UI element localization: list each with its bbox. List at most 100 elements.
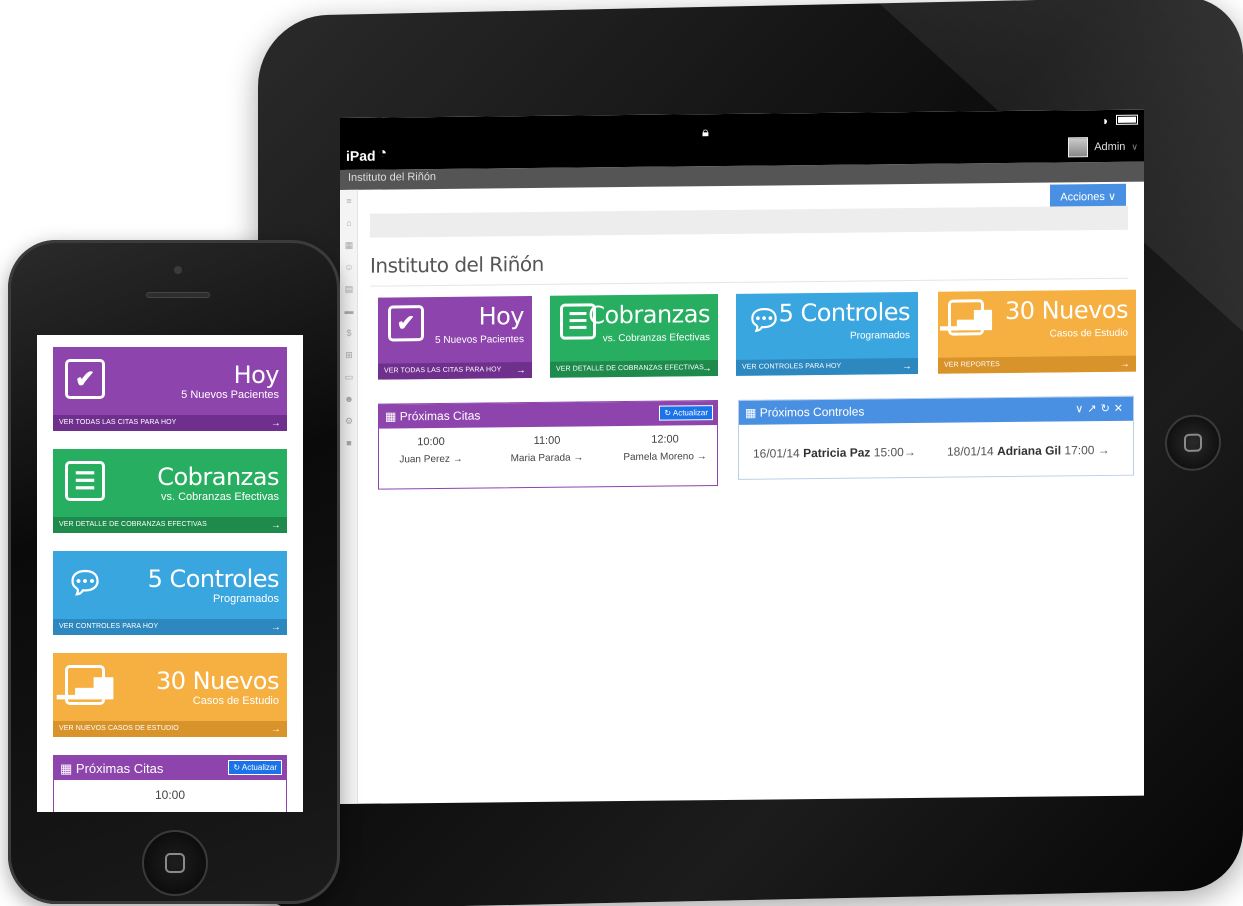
bar-chart-icon: ▁▃▆ (941, 299, 991, 336)
archive-icon[interactable]: ■ (340, 432, 358, 454)
citas-panel: ▦ Próximas Citas ↻ Actualizar 10:00 Juan… (378, 400, 718, 490)
refresh-label: Actualizar (241, 763, 277, 772)
arrow-circle-icon: → (452, 453, 463, 465)
checkbox-icon: ✔ (65, 359, 105, 399)
cita-name: Juan Perez (399, 453, 450, 466)
cita-item[interactable]: 11:00 Maria Parada → (507, 434, 587, 465)
arrow-circle-icon: → (270, 622, 281, 633)
control-item[interactable]: 18/01/14 Adriana Gil 17:00 → (947, 443, 1110, 459)
tile-footer-link[interactable]: VER CONTROLES PARA HOY → (736, 357, 918, 376)
home-square-icon (165, 853, 185, 873)
tile-hoy[interactable]: ✔ Hoy 5 Nuevos Pacientes VER TODAS LAS C… (53, 347, 287, 431)
gear-icon[interactable]: ⚙ (340, 410, 358, 432)
tile-footer-link[interactable]: VER DETALLE DE COBRANZAS EFECTIVAS → (53, 517, 287, 533)
control-date: 16/01/14 (753, 446, 800, 461)
citas-header: ▦ Próximas Citas ↻ Actualizar (379, 401, 717, 429)
arrow-circle-icon: → (270, 724, 281, 735)
home-icon[interactable]: ⌂ (340, 212, 358, 234)
tile-cobranzas[interactable]: ☰ Cobranzas vs. Cobranzas Efectivas VER … (550, 294, 718, 378)
control-item[interactable]: 16/01/14 Patricia Paz 15:00→ (753, 445, 916, 461)
tile-footer-link[interactable]: VER NUEVOS CASOS DE ESTUDIO → (53, 721, 287, 737)
cita-name: Pamela Moreno (623, 451, 694, 464)
chevron-down-icon[interactable]: ∨ (1075, 403, 1087, 415)
main-content: Acciones ∨ Instituto del Riñón ✔ Hoy 5 N… (368, 182, 1136, 804)
refresh-button[interactable]: ↻ Actualizar (659, 405, 713, 421)
tile-subtitle: 5 Nuevos Pacientes (435, 334, 524, 347)
refresh-icon[interactable]: ↻ (1101, 403, 1114, 415)
tile-subtitle: Casos de Estudio (1049, 327, 1128, 340)
tile-footer-link[interactable]: VER TODAS LAS CITAS PARA HOY → (53, 415, 287, 431)
tile-title: Hoy (478, 302, 524, 331)
cita-time: 11:00 (533, 434, 561, 447)
citas-title: Próximas Citas (399, 408, 481, 424)
tile-footer-label: VER DETALLE DE COBRANZAS EFECTIVAS (556, 364, 704, 373)
wrench-icon[interactable]: ↗ (1087, 403, 1100, 415)
tile-controles[interactable]: 💬︎ 5 Controles Programados VER CONTROLES… (53, 551, 287, 635)
tile-footer-label: VER CONTROLES PARA HOY (59, 623, 159, 630)
sidebar: ≡ ⌂ ▦ ☺ ▤ ▬ $ ⊞ ▭ ☻ ⚙ ■ (340, 189, 358, 804)
tile-controles[interactable]: 💬︎ 5 Controles Programados VER CONTROLES… (736, 291, 918, 376)
tile-subtitle: vs. Cobranzas Efectivas (161, 491, 279, 503)
calendar-icon: ▦ (60, 761, 73, 776)
plus-square-icon[interactable]: ⊞ (340, 344, 358, 366)
chevron-down-icon: ∨ (1131, 141, 1138, 152)
controles-panel: ▦ Próximos Controles ∨↗↻✕ 16/01/14 Patri… (738, 395, 1134, 480)
tile-footer-link[interactable]: VER TODAS LAS CITAS PARA HOY → (378, 361, 532, 380)
arrow-circle-icon: → (515, 365, 526, 377)
ipad-home-button[interactable] (1165, 414, 1221, 472)
iphone-home-button[interactable] (142, 830, 208, 896)
page-title: Instituto del Riñón (370, 251, 544, 278)
cita-item[interactable]: 12:00 Pamela Moreno → (619, 433, 711, 463)
tile-hoy[interactable]: ✔ Hoy 5 Nuevos Pacientes VER TODAS LAS C… (378, 295, 532, 380)
chevron-down-icon: ∨ (1107, 190, 1116, 203)
ipad-screen: iPad ◔ 🔒︎ ◑ Admin ∨ Instituto del Riñón … (340, 109, 1144, 805)
citas-title: Próximas Citas (75, 761, 164, 776)
arrow-circle-icon: → (270, 520, 281, 531)
cita-name: Maria Parada (510, 452, 571, 465)
control-time: 15:00 (873, 445, 904, 460)
calendar-icon[interactable]: ▦ (340, 234, 358, 256)
controles-header: ▦ Próximos Controles ∨↗↻✕ (739, 396, 1133, 425)
tile-footer-label: VER TODAS LAS CITAS PARA HOY (384, 366, 502, 375)
status-bar: iPad ◔ 🔒︎ ◑ Admin ∨ (340, 109, 1144, 170)
group-icon[interactable]: ☻ (340, 388, 358, 410)
tile-subtitle: Programados (212, 593, 279, 605)
tile-footer-link[interactable]: VER CONTROLES PARA HOY → (53, 619, 287, 635)
tile-footer-link[interactable]: VER DETALLE DE COBRANZAS EFECTIVAS → (550, 360, 718, 378)
cita-time[interactable]: 10:00 (54, 788, 286, 802)
tile-title: 30 Nuevos (156, 667, 280, 695)
tile-footer-label: VER REPORTES (944, 361, 1000, 369)
tile-subtitle: vs. Cobranzas Efectivas (602, 332, 710, 345)
tile-footer-label: VER DETALLE DE COBRANZAS EFECTIVAS (59, 521, 207, 528)
menu-toggle-icon[interactable]: ≡ (340, 190, 358, 212)
stage: iPad ◔ 🔒︎ ◑ Admin ∨ Instituto del Riñón … (0, 0, 1243, 906)
cita-time: 10:00 (417, 435, 445, 449)
speaker-grille (146, 292, 210, 298)
tile-cobranzas[interactable]: ☰ Cobranzas vs. Cobranzas Efectivas VER … (53, 449, 287, 533)
dollar-icon[interactable]: $ (340, 322, 358, 344)
grid-icon[interactable]: ▤ (340, 278, 358, 300)
control-name: Patricia Paz (803, 445, 871, 461)
user-menu[interactable]: Admin ∨ (1068, 132, 1138, 163)
arrow-circle-icon: → (696, 451, 707, 463)
card-icon[interactable]: ▭ (340, 366, 358, 388)
clock-icon: ◑ (1100, 113, 1108, 129)
tile-nuevos[interactable]: ▁▃▆ 30 Nuevos Casos de Estudio VER NUEVO… (53, 653, 287, 737)
users-icon[interactable]: ☺ (340, 256, 358, 278)
control-date: 18/01/14 (947, 444, 994, 459)
folder-icon[interactable]: ▬ (340, 300, 358, 322)
close-icon[interactable]: ✕ (1114, 403, 1127, 415)
checkbox-icon: ✔ (388, 305, 424, 342)
tile-nuevos[interactable]: ▁▃▆ 30 Nuevos Casos de Estudio VER REPOR… (938, 289, 1136, 374)
control-time: 17:00 (1064, 443, 1095, 458)
user-name: Admin (1094, 140, 1126, 154)
document-icon: ☰ (65, 461, 105, 501)
bar-chart-icon: ▁▃▆ (57, 665, 113, 705)
cita-item[interactable]: 10:00 Juan Perez → (393, 436, 469, 466)
refresh-button[interactable]: ↻ Actualizar (228, 760, 282, 775)
arrow-circle-icon: → (1119, 358, 1130, 370)
tile-footer-link[interactable]: VER REPORTES → (938, 355, 1136, 374)
chat-icon: 💬︎ (65, 566, 105, 600)
controles-title: Próximos Controles (759, 404, 865, 420)
tile-footer-label: VER NUEVOS CASOS DE ESTUDIO (59, 725, 179, 732)
